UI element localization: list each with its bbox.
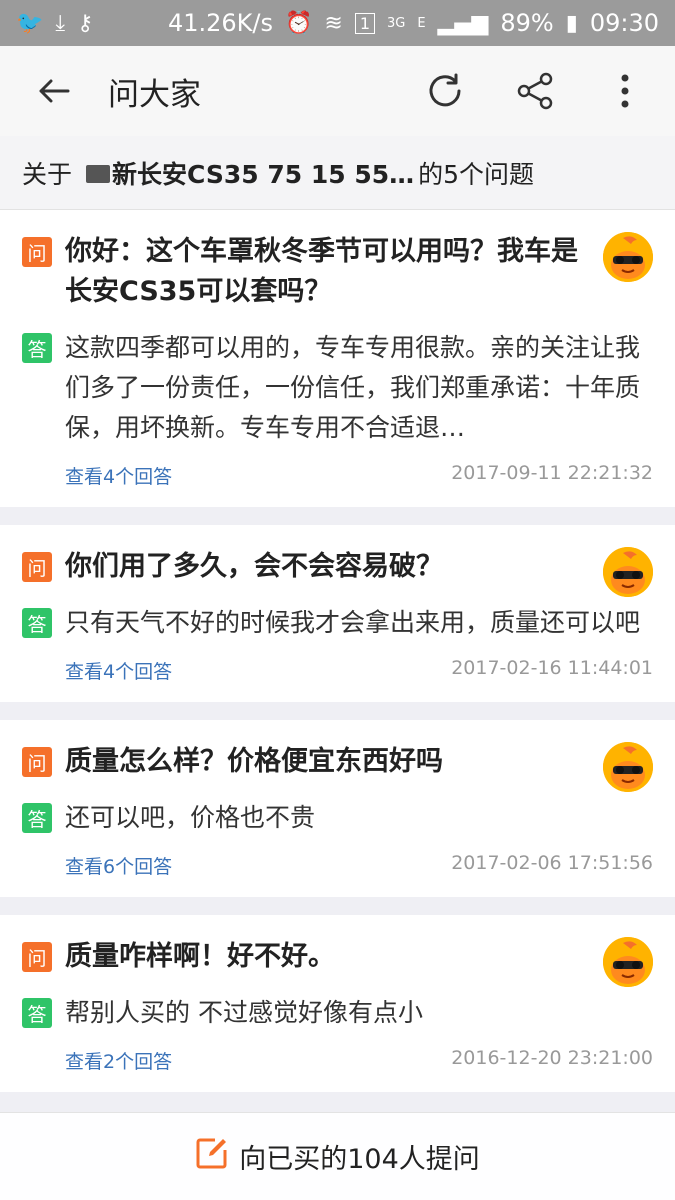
question-card[interactable]: 问你们用了多久，会不会容易破？答只有天气不好的时候我才会拿出来用，质量还可以吧查… (0, 525, 675, 702)
question-card[interactable]: 问你好：这个车罩秋冬季节可以用吗？我车是长安CS35可以套吗？ 答这款四季都可以用… (0, 210, 675, 507)
question-badge: 问 (22, 942, 52, 972)
question-timestamp: 2016-12-20 23:21:00 (451, 1047, 653, 1069)
status-bar: 🐦 ⤓ ⚷ 41.26K/s ⏰ ≋ 1 3G E ▂▄▆ 89% ▮ 09:3… (0, 0, 675, 46)
avatar (603, 937, 653, 987)
question-row: 问你们用了多久，会不会容易破？ (22, 547, 653, 587)
wifi-icon: ≋ (324, 10, 343, 36)
back-arrow-icon[interactable] (34, 71, 74, 111)
question-timestamp: 2017-09-11 22:21:32 (451, 462, 653, 484)
question-timestamp: 2017-02-16 11:44:01 (451, 657, 653, 679)
question-card[interactable]: 问质量怎么样？价格便宜东西好吗答还可以吧，价格也不贵 查看6个回答 2017-02-… (0, 720, 675, 897)
question-row: 问质量咋样啊！好不好。 (22, 937, 653, 977)
view-answers-link[interactable]: 查看4个回答 (65, 462, 172, 489)
alarm-icon: ⏰ (285, 10, 313, 36)
product-link[interactable]: 新长安CS35 75 15 55… (86, 155, 414, 191)
share-icon[interactable] (515, 71, 555, 111)
answer-badge: 答 (22, 608, 52, 638)
battery-icon: ▮ (565, 10, 578, 36)
answer-row: 答还可以吧，价格也不贵 (22, 798, 653, 838)
question-row: 问质量怎么样？价格便宜东西好吗 (22, 742, 653, 782)
folder-icon (86, 164, 111, 183)
product-name: 新长安CS35 75 15 55… (112, 159, 415, 189)
question-text: 质量咋样啊！好不好。 (65, 941, 335, 972)
question-footer: 查看2个回答 2016-12-20 23:21:00 (65, 1047, 653, 1074)
question-badge: 问 (22, 747, 52, 777)
answer-text: 帮别人买的 不过感觉好像有点小 (65, 998, 423, 1027)
question-list: 问你好：这个车罩秋冬季节可以用吗？我车是长安CS35可以套吗？答这款四季都可以用… (0, 210, 675, 1092)
answer-badge: 答 (22, 333, 52, 363)
question-card[interactable]: 问质量咋样啊！好不好。答帮别人买的 不过感觉好像有点小 查看2个回答 2016-12… (0, 915, 675, 1092)
question-badge: 问 (22, 552, 52, 582)
twitter-icon: 🐦 (16, 10, 44, 36)
ask-button-label: 向已买的104人提问 (239, 1144, 480, 1175)
question-badge: 问 (22, 237, 52, 267)
question-count: 的5个问题 (418, 159, 535, 189)
edit-icon (195, 1136, 229, 1177)
answer-text: 还可以吧，价格也不贵 (65, 803, 316, 832)
network-e: E (417, 15, 426, 31)
page-title: 问大家 (108, 76, 201, 113)
avatar (603, 742, 653, 792)
network-3g: 3G (387, 15, 406, 31)
ask-bar[interactable]: 向已买的104人提问 (0, 1112, 675, 1200)
answer-badge: 答 (22, 803, 52, 833)
sim-indicator: 1 (354, 12, 376, 34)
clock: 09:30 (589, 9, 659, 37)
about-prefix: 关于 (22, 159, 73, 189)
question-text: 质量怎么样？价格便宜东西好吗 (65, 746, 443, 777)
more-options-icon[interactable] (605, 71, 645, 111)
refresh-icon[interactable] (425, 71, 465, 111)
question-footer: 查看4个回答 2017-02-16 11:44:01 (65, 657, 653, 684)
product-context-bar: 关于 新长安CS35 75 15 55… 的5个问题 (0, 136, 675, 210)
view-answers-link[interactable]: 查看6个回答 (65, 852, 172, 879)
answer-badge: 答 (22, 998, 52, 1028)
net-speed: 41.26K/s (167, 9, 273, 37)
answer-text: 只有天气不好的时候我才会拿出来用，质量还可以吧 (65, 608, 640, 637)
avatar (603, 547, 653, 597)
answer-text: 这款四季都可以用的，专车专用很款。亲的关注让我们多了一份责任，一份信任，我们郑重… (65, 333, 640, 442)
key-icon: ⚷ (77, 10, 94, 36)
view-answers-link[interactable]: 查看2个回答 (65, 1047, 172, 1074)
answer-row: 答只有天气不好的时候我才会拿出来用，质量还可以吧 (22, 603, 653, 643)
battery-level: 89% (500, 9, 554, 37)
avatar (603, 232, 653, 282)
signal-icon: ▂▄▆ (437, 10, 489, 36)
question-timestamp: 2017-02-06 17:51:56 (451, 852, 653, 874)
question-text: 你们用了多久，会不会容易破？ (65, 551, 443, 582)
question-footer: 查看4个回答 2017-09-11 22:21:32 (65, 462, 653, 489)
download-icon: ⤓ (55, 10, 66, 36)
question-footer: 查看6个回答 2017-02-06 17:51:56 (65, 852, 653, 879)
question-row: 问你好：这个车罩秋冬季节可以用吗？我车是长安CS35可以套吗？ (22, 232, 653, 312)
answer-row: 答帮别人买的 不过感觉好像有点小 (22, 993, 653, 1033)
view-answers-link[interactable]: 查看4个回答 (65, 657, 172, 684)
answer-row: 答这款四季都可以用的，专车专用很款。亲的关注让我们多了一份责任，一份信任，我们郑… (22, 328, 653, 448)
question-text: 你好：这个车罩秋冬季节可以用吗？我车是长安CS35可以套吗？ (65, 236, 578, 307)
app-header: 问大家 (0, 46, 675, 136)
